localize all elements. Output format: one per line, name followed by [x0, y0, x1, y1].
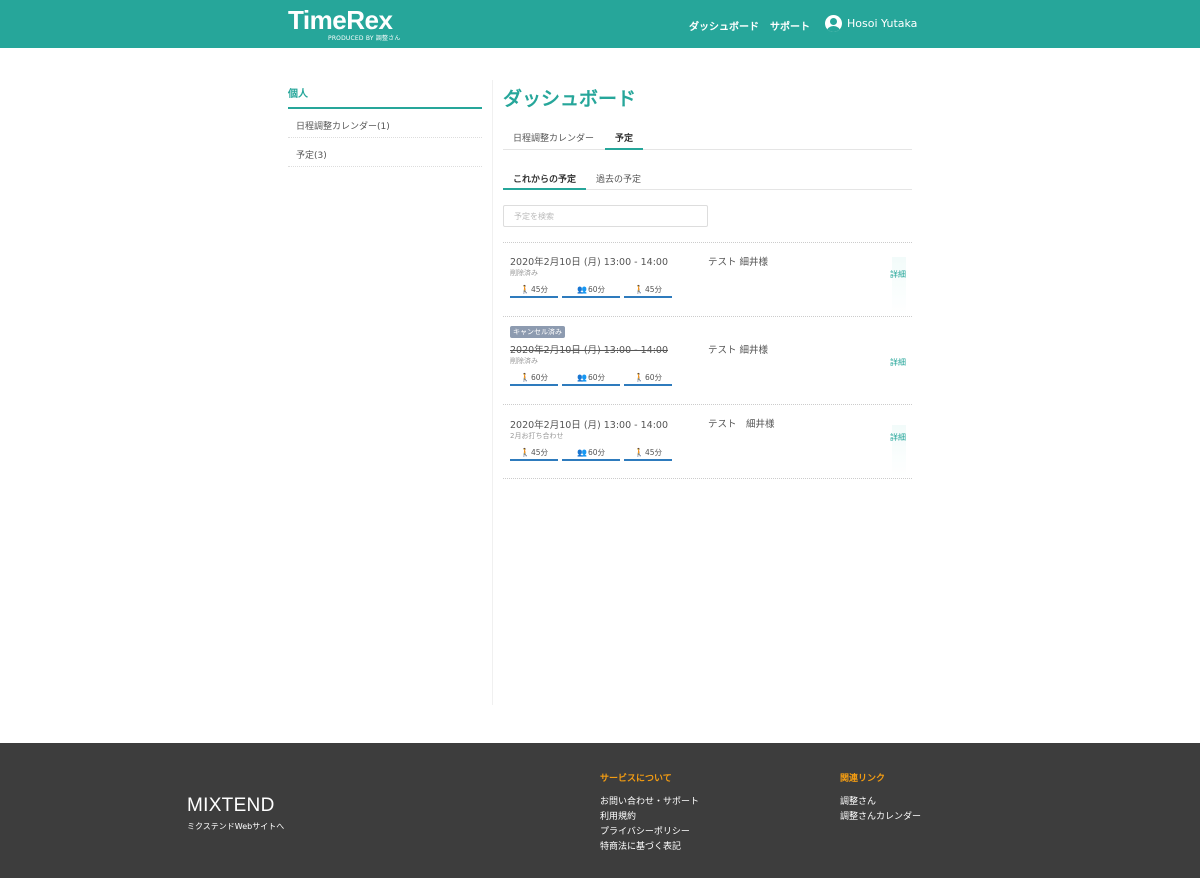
event-item: キャンセル済み 2020年2月10日 (月) 13:00 - 14:00 削除済… — [503, 317, 912, 405]
footer-related-title: 関連リンク — [840, 774, 886, 784]
bar-label: 60分 — [587, 285, 605, 294]
bar-label: 45分 — [644, 448, 662, 457]
bar-label: 45分 — [644, 285, 662, 294]
event-item: 2020年2月10日 (月) 13:00 - 14:00 削除済み テスト 細井… — [503, 243, 912, 317]
footer-services-title: サービスについて — [600, 774, 672, 784]
meeting-people-icon: 👥 — [576, 448, 587, 457]
detail-highlight — [892, 257, 906, 315]
event-time-bars: 🚶45分 👥60分 🚶45分 — [510, 447, 672, 461]
sidebar-item-calendar[interactable]: 日程調整カレンダー(1) — [288, 109, 482, 138]
footer: MIXTEND ミクステンドWebサイトへ サービスについて お問い合わせ・サポ… — [0, 743, 1200, 878]
footer-link-privacy[interactable]: プライバシーポリシー — [600, 824, 690, 837]
event-date: 2020年2月10日 (月) 13:00 - 14:00 — [510, 257, 668, 268]
time-bar: 👥60分 — [562, 447, 620, 461]
event-detail-link[interactable]: 詳細 — [890, 269, 906, 280]
time-bar: 🚶45分 — [510, 284, 558, 298]
footer-brand: MIXTEND — [187, 795, 275, 816]
bar-label: 60分 — [587, 373, 605, 382]
walking-person-icon: 🚶 — [519, 285, 530, 294]
event-time-bars: 🚶60分 👥60分 🚶60分 — [510, 372, 672, 386]
footer-link-commerce-law[interactable]: 特商法に基づく表記 — [600, 839, 681, 852]
meeting-people-icon: 👥 — [576, 285, 587, 294]
footer-link-contact[interactable]: お問い合わせ・サポート — [600, 794, 699, 807]
sidebar-item-events[interactable]: 予定(3) — [288, 138, 482, 167]
time-bar: 🚶45分 — [510, 447, 558, 461]
user-avatar-icon — [825, 15, 842, 32]
tab-events[interactable]: 予定 — [605, 125, 644, 150]
tab-calendar[interactable]: 日程調整カレンダー — [503, 125, 604, 150]
walking-person-icon: 🚶 — [633, 285, 644, 294]
footer-brand-link[interactable]: ミクステンドWebサイトへ — [187, 821, 284, 832]
event-title: テスト 細井様 — [708, 419, 775, 430]
event-detail-link[interactable]: 詳細 — [890, 357, 906, 368]
walking-person-icon: 🚶 — [633, 448, 644, 457]
time-bar: 🚶45分 — [624, 447, 672, 461]
timerex-logo[interactable]: TimeRex PRODUCED BY 調整さん — [288, 5, 400, 42]
main-tabs: 日程調整カレンダー 予定 — [503, 125, 912, 150]
nav-dashboard-link[interactable]: ダッシュボード — [689, 18, 759, 33]
user-menu[interactable]: Hosoi Yutaka — [825, 15, 917, 32]
event-title: テスト 細井様 — [708, 345, 769, 356]
page-title: ダッシュボード — [503, 88, 637, 110]
event-title: テスト 細井様 — [708, 257, 769, 268]
event-status: 2月お打ち合わせ — [510, 432, 564, 440]
event-time-bars: 🚶45分 👥60分 🚶45分 — [510, 284, 672, 298]
sidebar: 個人 日程調整カレンダー(1) 予定(3) — [288, 80, 482, 167]
event-date: 2020年2月10日 (月) 13:00 - 14:00 — [510, 345, 668, 356]
subtab-upcoming[interactable]: これからの予定 — [503, 166, 587, 190]
bar-label: 60分 — [587, 448, 605, 457]
bar-label: 45分 — [530, 448, 548, 457]
subtab-past[interactable]: 過去の予定 — [586, 166, 651, 190]
bar-label: 60分 — [644, 373, 662, 382]
event-detail-link[interactable]: 詳細 — [890, 432, 906, 443]
time-bar: 🚶45分 — [624, 284, 672, 298]
walking-person-icon: 🚶 — [633, 373, 644, 382]
logo-text: TimeRex — [288, 5, 393, 35]
footer-link-chouseisan[interactable]: 調整さん — [840, 794, 876, 807]
bar-label: 60分 — [530, 373, 548, 382]
event-subtabs: これからの予定 過去の予定 — [503, 166, 912, 190]
time-bar: 🚶60分 — [510, 372, 558, 386]
logo-subtitle: PRODUCED BY 調整さん — [328, 35, 401, 42]
nav-support-link[interactable]: サポート — [770, 18, 810, 33]
footer-link-terms[interactable]: 利用規約 — [600, 809, 636, 822]
event-search-input[interactable] — [503, 205, 708, 227]
sidebar-title: 個人 — [288, 80, 482, 109]
time-bar: 👥60分 — [562, 284, 620, 298]
cancelled-badge: キャンセル済み — [510, 326, 565, 338]
meeting-people-icon: 👥 — [576, 373, 587, 382]
event-item: 2020年2月10日 (月) 13:00 - 14:00 2月お打ち合わせ テス… — [503, 405, 912, 479]
user-name: Hosoi Yutaka — [847, 17, 918, 30]
sidebar-divider — [492, 80, 493, 705]
bar-label: 45分 — [530, 285, 548, 294]
event-status: 削除済み — [510, 269, 538, 277]
footer-link-chouseisan-calendar[interactable]: 調整さんカレンダー — [840, 809, 921, 822]
walking-person-icon: 🚶 — [519, 373, 530, 382]
top-header: TimeRex PRODUCED BY 調整さん ダッシュボード サポート Ho… — [0, 0, 1200, 48]
event-status: 削除済み — [510, 357, 538, 365]
walking-person-icon: 🚶 — [519, 448, 530, 457]
time-bar: 🚶60分 — [624, 372, 672, 386]
event-date: 2020年2月10日 (月) 13:00 - 14:00 — [510, 420, 668, 431]
time-bar: 👥60分 — [562, 372, 620, 386]
